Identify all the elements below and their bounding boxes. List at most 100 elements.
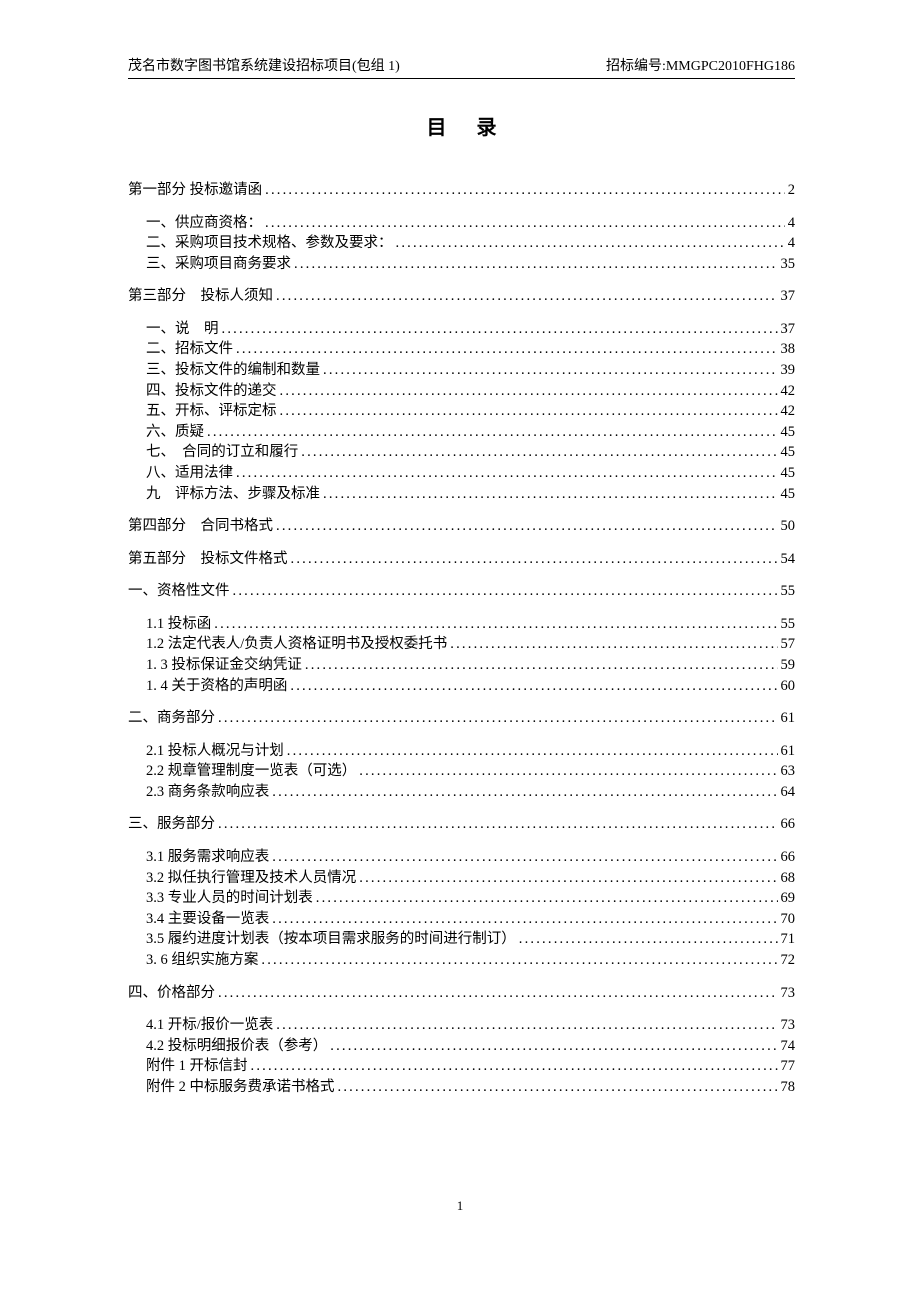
toc-entry-page: 78 [781,1077,796,1098]
toc-group: 第三部分 投标人须知 37 [128,286,795,307]
toc-entry-label: 1. 3 投标保证金交纳凭证 [146,655,302,676]
toc-leader [218,983,778,1004]
toc-entry-label: 一、说 明 [146,319,219,340]
toc-entry-label: 3.3 专业人员的时间计划表 [146,888,313,909]
toc-entry: 四、投标文件的递交 42 [146,381,795,402]
toc-entry-page: 45 [781,463,796,484]
toc-entry-label: 1.2 法定代表人/负责人资格证明书及授权委托书 [146,634,447,655]
toc-group: 一、说 明37二、招标文件38三、投标文件的编制和数量39四、投标文件的递交42… [128,319,795,504]
toc-entry: 2.1 投标人概况与计划 61 [146,741,795,762]
toc-leader [280,401,778,422]
toc-entry: 4.1 开标/报价一览表73 [146,1015,795,1036]
toc-entry: 3.3 专业人员的时间计划表 69 [146,888,795,909]
toc-leader [359,868,777,889]
toc-leader [265,213,785,234]
toc-container: 第一部分 投标邀请函2一、供应商资格：4二、采购项目技术规格、参数及要求：4三、… [128,180,795,1097]
toc-entry-label: 2.1 投标人概况与计划 [146,741,284,762]
toc-entry-page: 37 [781,286,796,307]
toc-entry-page: 37 [781,319,796,340]
toc-entry-page: 77 [781,1056,796,1077]
toc-leader [265,180,785,201]
toc-leader [359,761,777,782]
toc-group: 4.1 开标/报价一览表734.2 投标明细报价表（参考）74附件 1 开标信封… [128,1015,795,1097]
toc-group: 二、商务部分61 [128,708,795,729]
toc-entry-page: 63 [781,761,796,782]
toc-leader [272,909,777,930]
toc-entry-page: 61 [781,741,796,762]
toc-entry-page: 74 [781,1036,796,1057]
toc-leader [272,782,777,803]
toc-entry-page: 39 [781,360,796,381]
toc-entry: 附件 2 中标服务费承诺书格式 78 [146,1077,795,1098]
toc-group: 3.1 服务需求响应表663.2 拟任执行管理及技术人员情况683.3 专业人员… [128,847,795,970]
header-left: 茂名市数字图书馆系统建设招标项目(包组 1) [128,55,400,75]
toc-entry: 2.2 规章管理制度一览表（可选） 63 [146,761,795,782]
toc-entry-label: 六、质疑 [146,422,204,443]
toc-leader [291,549,778,570]
toc-entry: 六、质疑45 [146,422,795,443]
toc-entry: 九 评标方法、步骤及标准 45 [146,484,795,505]
toc-entry-label: 三、采购项目商务要求 [146,254,291,275]
toc-group: 一、供应商资格：4二、采购项目技术规格、参数及要求：4三、采购项目商务要求35 [128,213,795,275]
toc-entry-page: 71 [781,929,796,950]
toc-entry: 五、开标、评标定标42 [146,401,795,422]
toc-entry: 三、采购项目商务要求 35 [146,254,795,275]
toc-leader [290,676,777,697]
toc-entry-label: 七、 合同的订立和履行 [146,442,298,463]
toc-entry-label: 2.3 商务条款响应表 [146,782,269,803]
toc-group: 四、价格部分73 [128,983,795,1004]
toc-entry: 3.1 服务需求响应表66 [146,847,795,868]
toc-entry-label: 八、适用法律 [146,463,233,484]
header-row: 茂名市数字图书馆系统建设招标项目(包组 1) 招标编号:MMGPC2010FHG… [128,55,795,79]
toc-group: 三、服务部分 66 [128,814,795,835]
toc-leader [272,847,777,868]
toc-entry-label: 2.2 规章管理制度一览表（可选） [146,761,356,782]
toc-entry-label: 附件 2 中标服务费承诺书格式 [146,1077,335,1098]
toc-leader [261,950,777,971]
toc-entry-label: 九 评标方法、步骤及标准 [146,484,320,505]
toc-entry-label: 第五部分 投标文件格式 [128,549,288,570]
toc-entry: 第三部分 投标人须知 37 [128,286,795,307]
toc-leader [294,254,778,275]
toc-entry-page: 66 [781,814,796,835]
toc-leader [519,929,778,950]
toc-entry-label: 第四部分 合同书格式 [128,516,273,537]
toc-entry: 四、价格部分73 [128,983,795,1004]
toc-entry-label: 3.5 履约进度计划表（按本项目需求服务的时间进行制订） [146,929,516,950]
toc-entry-label: 4.2 投标明细报价表（参考） [146,1036,327,1057]
toc-entry-label: 第三部分 投标人须知 [128,286,273,307]
toc-entry: 1.1 投标函 55 [146,614,795,635]
toc-entry-page: 64 [781,782,796,803]
toc-entry: 一、资格性文件55 [128,581,795,602]
toc-leader [214,614,777,635]
toc-entry: 三、服务部分 66 [128,814,795,835]
toc-entry: 二、商务部分61 [128,708,795,729]
toc-entry-page: 45 [781,442,796,463]
toc-leader [276,516,778,537]
toc-entry: 第一部分 投标邀请函 2 [128,180,795,201]
toc-entry-page: 42 [781,381,796,402]
toc-leader [316,888,778,909]
toc-entry-page: 73 [781,983,796,1004]
toc-group: 第一部分 投标邀请函 2 [128,180,795,201]
toc-entry-label: 3.1 服务需求响应表 [146,847,269,868]
toc-group: 1.1 投标函 55 1.2 法定代表人/负责人资格证明书及授权委托书 57 1. 3 … [128,614,795,696]
toc-leader [323,360,778,381]
toc-entry-label: 三、服务部分 [128,814,215,835]
toc-entry-label: 3. 6 组织实施方案 [146,950,258,971]
toc-entry-page: 57 [781,634,796,655]
toc-entry: 二、招标文件38 [146,339,795,360]
toc-entry-label: 1.1 投标函 [146,614,211,635]
toc-entry-page: 69 [781,888,796,909]
toc-entry-label: 四、投标文件的递交 [146,381,277,402]
toc-entry-page: 55 [781,614,796,635]
toc-entry: 1.2 法定代表人/负责人资格证明书及授权委托书 57 [146,634,795,655]
toc-entry-label: 二、采购项目技术规格、参数及要求： [146,233,393,254]
toc-entry-page: 45 [781,484,796,505]
toc-entry-page: 35 [781,254,796,275]
toc-group: 第四部分 合同书格式50 [128,516,795,537]
toc-entry-label: 4.1 开标/报价一览表 [146,1015,273,1036]
toc-leader [450,634,777,655]
toc-entry-page: 2 [788,180,795,201]
toc-entry-label: 第一部分 投标邀请函 [128,180,262,201]
